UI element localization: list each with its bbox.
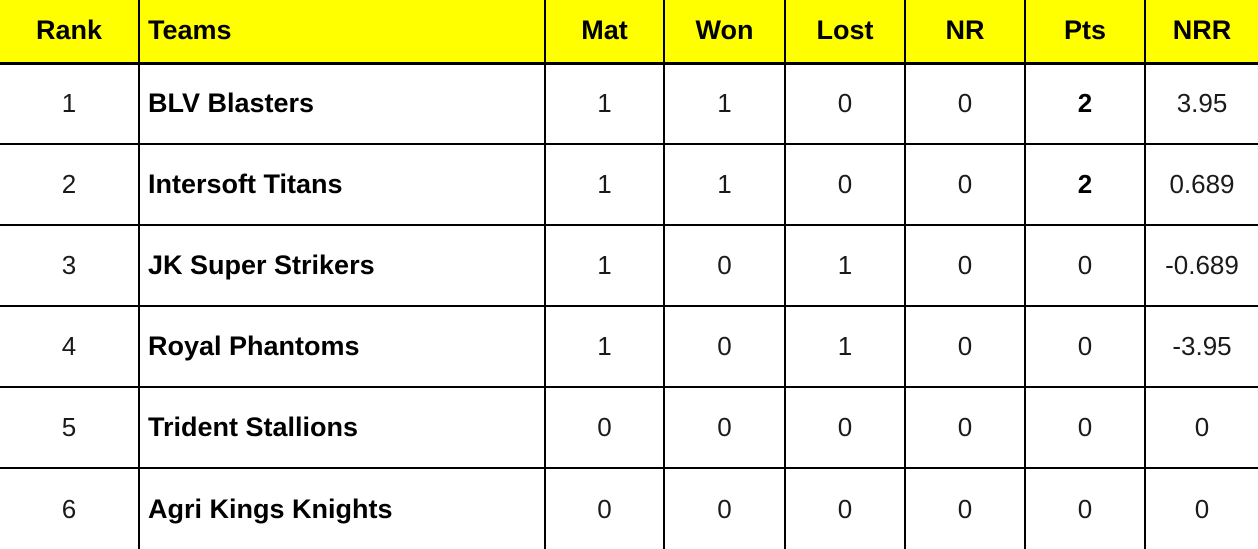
cell-net-run-rate: 0.689 <box>1145 144 1258 226</box>
cell-won: 0 <box>664 387 786 469</box>
table-row[interactable]: 3 JK Super Strikers 1 0 1 0 0 -0.689 <box>0 225 1258 307</box>
cell-points: 2 <box>1025 144 1146 226</box>
cell-no-result: 0 <box>905 306 1026 388</box>
column-header-nrr[interactable]: NRR <box>1145 0 1258 65</box>
cell-won: 1 <box>664 144 786 226</box>
cell-net-run-rate: -3.95 <box>1145 306 1258 388</box>
cell-team-name: BLV Blasters <box>139 63 546 145</box>
cell-no-result: 0 <box>905 63 1026 145</box>
cell-points: 2 <box>1025 63 1146 145</box>
table-row[interactable]: 4 Royal Phantoms 1 0 1 0 0 -3.95 <box>0 306 1258 388</box>
cell-won: 0 <box>664 306 786 388</box>
cell-no-result: 0 <box>905 225 1026 307</box>
cell-lost: 0 <box>785 144 906 226</box>
cell-team-name: Royal Phantoms <box>139 306 546 388</box>
points-table: Rank Teams Mat Won Lost NR Pts NRR 1 BLV … <box>0 0 1258 549</box>
cell-rank: 1 <box>0 63 140 145</box>
cell-lost: 0 <box>785 387 906 469</box>
column-header-won[interactable]: Won <box>664 0 786 65</box>
cell-net-run-rate: 0 <box>1145 468 1258 549</box>
cell-matches: 1 <box>545 63 665 145</box>
cell-net-run-rate: 3.95 <box>1145 63 1258 145</box>
cell-no-result: 0 <box>905 144 1026 226</box>
cell-matches: 1 <box>545 144 665 226</box>
cell-rank: 6 <box>0 468 140 549</box>
cell-rank: 4 <box>0 306 140 388</box>
cell-lost: 0 <box>785 63 906 145</box>
cell-no-result: 0 <box>905 387 1026 469</box>
cell-matches: 1 <box>545 225 665 307</box>
cell-rank: 3 <box>0 225 140 307</box>
cell-points: 0 <box>1025 225 1146 307</box>
table-body: 1 BLV Blasters 1 1 0 0 2 3.95 2 Intersoft Titans 1… <box>0 63 1258 549</box>
table-header: Rank Teams Mat Won Lost NR Pts NRR <box>0 0 1258 65</box>
cell-lost: 0 <box>785 468 906 549</box>
cell-net-run-rate: 0 <box>1145 387 1258 469</box>
table-row[interactable]: 6 Agri Kings Knights 0 0 0 0 0 0 <box>0 468 1258 549</box>
cell-no-result: 0 <box>905 468 1026 549</box>
cell-rank: 2 <box>0 144 140 226</box>
table-row[interactable]: 5 Trident Stallions 0 0 0 0 0 0 <box>0 387 1258 469</box>
column-header-rank[interactable]: Rank <box>0 0 140 65</box>
column-header-nr[interactable]: NR <box>905 0 1026 65</box>
cell-matches: 0 <box>545 387 665 469</box>
column-header-pts[interactable]: Pts <box>1025 0 1146 65</box>
cell-points: 0 <box>1025 468 1146 549</box>
cell-team-name: JK Super Strikers <box>139 225 546 307</box>
cell-matches: 0 <box>545 468 665 549</box>
cell-points: 0 <box>1025 306 1146 388</box>
cell-rank: 5 <box>0 387 140 469</box>
cell-net-run-rate: -0.689 <box>1145 225 1258 307</box>
column-header-lost[interactable]: Lost <box>785 0 906 65</box>
cell-team-name: Trident Stallions <box>139 387 546 469</box>
column-header-teams[interactable]: Teams <box>139 0 546 65</box>
cell-lost: 1 <box>785 225 906 307</box>
cell-won: 0 <box>664 225 786 307</box>
cell-team-name: Agri Kings Knights <box>139 468 546 549</box>
cell-team-name: Intersoft Titans <box>139 144 546 226</box>
table-row[interactable]: 1 BLV Blasters 1 1 0 0 2 3.95 <box>0 63 1258 145</box>
header-row: Rank Teams Mat Won Lost NR Pts NRR <box>0 0 1258 65</box>
table-row[interactable]: 2 Intersoft Titans 1 1 0 0 2 0.689 <box>0 144 1258 226</box>
cell-points: 0 <box>1025 387 1146 469</box>
column-header-mat[interactable]: Mat <box>545 0 665 65</box>
cell-won: 0 <box>664 468 786 549</box>
cell-won: 1 <box>664 63 786 145</box>
cell-lost: 1 <box>785 306 906 388</box>
cell-matches: 1 <box>545 306 665 388</box>
